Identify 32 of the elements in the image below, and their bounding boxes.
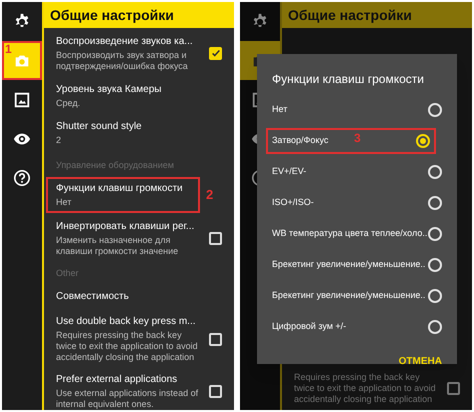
option-label: Брекетинг увеличение/уменьшение.. (272, 258, 426, 271)
option-label: Брекетинг увеличение/уменьшение.. (272, 288, 426, 302)
dialog-title: Функции клавиш громкости (272, 71, 425, 88)
option-label: Затвор/Фокус (272, 134, 328, 147)
setting-title: Функции клавиш громкости (56, 182, 184, 196)
option-label: WB температура цвета теплее/холо.. (272, 226, 428, 240)
setting-summary: Requires pressing the back key twice to exit the application to avoid accidentally closing the application (294, 372, 437, 404)
setting-summary: Нет (56, 197, 72, 208)
setting-title: Prefer external applications (56, 372, 178, 386)
setting-title: Инвертировать клавиши рег... (56, 220, 196, 234)
option-label: Цифровой зум +/- (272, 320, 346, 333)
setting-title: Совместимость (56, 290, 130, 304)
option-label: EV+/EV- (272, 164, 306, 178)
annotation-number: 2 (206, 186, 214, 204)
setting-summary: Use external applications instead of internal equivalent ones. (56, 388, 200, 410)
annotation-number: 3 (354, 132, 361, 144)
setting-summary: Изменить назначенное для клавиши громкости значение (56, 234, 180, 256)
option-label: ISO+/ISO- (272, 196, 314, 209)
setting-summary: Сред. (56, 98, 82, 109)
setting-title: Shutter sound style (56, 120, 143, 134)
setting-summary: Воспроизводить звук затвора и подтверждения/ошибка фокуса (56, 50, 189, 72)
setting-title: Воспроизведение звуков ка... (56, 34, 194, 48)
setting-title: Уровень звука Камеры (56, 83, 162, 97)
setting-summary: Requires pressing the back key twice to exit the application to avoid accidentally closing the application (56, 330, 199, 363)
screen-title: Общие настройки (50, 6, 174, 25)
setting-summary: 2 (56, 135, 62, 146)
screen-title: Общие настройки (288, 6, 412, 25)
option-label: Нет (272, 102, 288, 116)
category-header: Other (56, 266, 79, 280)
category-header: Управление оборудованием (56, 158, 174, 172)
setting-title: Use double back key press m... (56, 315, 197, 329)
annotation-number: 1 (5, 43, 12, 55)
